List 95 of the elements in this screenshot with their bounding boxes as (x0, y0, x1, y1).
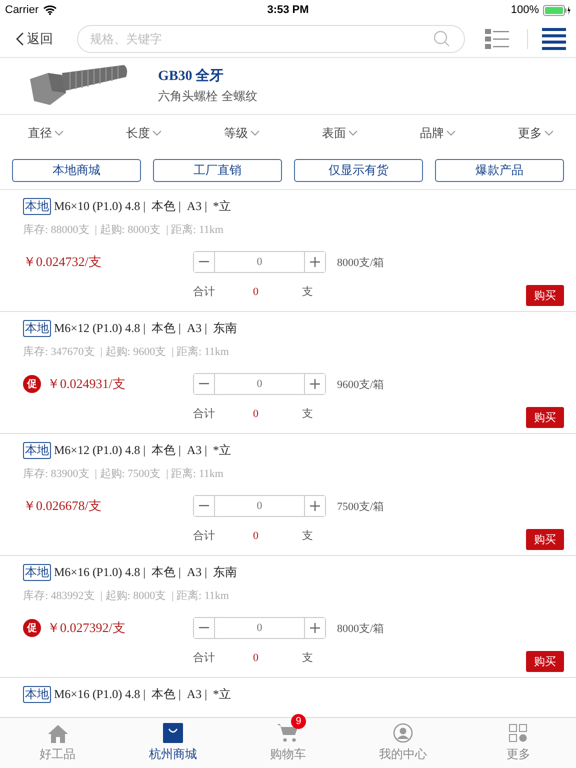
tab-bar-item[interactable]: 杭州商城 (115, 718, 230, 768)
item-spec: M6×12 (P1.0) 4.8 | 本色 | A3 | *立 (54, 442, 231, 458)
quantity-field[interactable]: 0 (214, 252, 305, 272)
pack-size: 8000支/箱 (337, 256, 384, 270)
minus-icon (199, 627, 209, 629)
unit-label: 支 (302, 651, 314, 665)
unit-price: ￥0.027392/支 (47, 619, 126, 637)
unit-price: ￥0.024931/支 (47, 375, 126, 393)
tab-bar-item[interactable]: 好工品 (0, 718, 116, 768)
buy-button[interactable]: 购买 (526, 529, 564, 550)
menu-icon[interactable] (542, 28, 566, 50)
total-count: 0 (253, 530, 260, 542)
total-count: 0 (253, 408, 260, 420)
stock-info: 库存: 483992支 | 起购: 8000支 | 距离: 11km (23, 588, 230, 603)
filter-dropdown[interactable]: 等级 (224, 124, 260, 142)
minus-icon (199, 383, 209, 385)
filter-dropdown[interactable]: 直径 (28, 124, 64, 142)
unit-price: ￥0.026678/支 (23, 497, 102, 515)
total-label: 合计 (193, 651, 216, 665)
user-icon (393, 723, 414, 743)
cart-count-badge: 9 (291, 714, 306, 729)
item-spec: M6×16 (P1.0) 4.8 | 本色 | A3 | 东南 (54, 564, 237, 580)
quantity-stepper[interactable]: 0 (193, 373, 326, 395)
filter-dropdown[interactable]: 品牌 (420, 124, 456, 142)
filter-dropdown[interactable]: 更多 (518, 124, 554, 142)
local-tag: 本地 (23, 198, 51, 214)
item-spec: M6×12 (P1.0) 4.8 | 本色 | A3 | 东南 (54, 320, 237, 336)
filter-button[interactable]: 本地商城 (12, 158, 141, 182)
item-spec: M6×16 (P1.0) 4.8 | 本色 | A3 | *立 (54, 686, 231, 702)
stock-info: 库存: 83900支 | 起购: 7500支 | 距离: 11km (23, 466, 224, 481)
carrier-label: Carrier (5, 4, 39, 16)
plus-icon (310, 623, 320, 633)
battery-icon (543, 4, 571, 16)
plus-icon (310, 379, 320, 389)
quantity-stepper[interactable]: 0 (193, 617, 326, 639)
filter-button[interactable]: 工厂直销 (153, 158, 282, 182)
buy-button[interactable]: 购买 (526, 285, 564, 306)
cart-icon (277, 723, 299, 743)
unit-label: 支 (302, 285, 314, 299)
shopping-bag-icon (162, 723, 183, 743)
stock-info: 库存: 347670支 | 起购: 9600支 | 距离: 11km (23, 344, 230, 359)
plus-icon (310, 257, 320, 267)
back-button[interactable]: 返回 (16, 30, 53, 48)
unit-price: ￥0.024732/支 (23, 253, 102, 271)
grid-icon (509, 724, 528, 742)
tab-bar-item[interactable]: 我的中心 (346, 718, 461, 768)
product-subtitle: 六角头螺栓 全螺纹 (158, 88, 258, 105)
tab-bar-item[interactable]: 更多 (460, 718, 576, 768)
total-label: 合计 (193, 529, 216, 543)
local-tag: 本地 (23, 564, 51, 580)
product-title: GB30 全牙 (158, 67, 225, 85)
total-count: 0 (253, 286, 260, 298)
local-tag: 本地 (23, 442, 51, 458)
chevron-down-icon (54, 130, 64, 136)
unit-label: 支 (302, 529, 314, 543)
pack-size: 8000支/箱 (337, 622, 384, 636)
quantity-stepper[interactable]: 0 (193, 251, 326, 273)
minus-icon (199, 505, 209, 507)
buy-button[interactable]: 购买 (526, 407, 564, 428)
pack-size: 7500支/箱 (337, 500, 384, 514)
local-tag: 本地 (23, 320, 51, 336)
filter-button[interactable]: 爆款产品 (435, 158, 564, 182)
minus-icon (199, 261, 209, 263)
total-label: 合计 (193, 285, 216, 299)
unit-label: 支 (302, 407, 314, 421)
quantity-stepper[interactable]: 0 (193, 495, 326, 517)
battery-percent: 100% (510, 4, 539, 16)
chevron-left-icon (16, 32, 24, 46)
chevron-down-icon (250, 130, 260, 136)
chevron-down-icon (152, 130, 162, 136)
total-count: 0 (253, 652, 260, 664)
chevron-down-icon (446, 130, 456, 136)
buy-button[interactable]: 购买 (526, 651, 564, 672)
quantity-field[interactable]: 0 (214, 618, 305, 638)
local-tag: 本地 (23, 686, 51, 702)
chevron-down-icon (348, 130, 358, 136)
promo-badge: 促 (23, 619, 41, 637)
clock-time: 3:53 PM (267, 4, 309, 16)
wifi-icon (42, 5, 57, 15)
total-label: 合计 (193, 407, 216, 421)
home-icon (46, 724, 69, 742)
search-icon (433, 30, 451, 48)
plus-icon (310, 501, 320, 511)
pack-size: 9600支/箱 (337, 378, 384, 392)
stock-info: 库存: 88000支 | 起购: 8000支 | 距离: 11km (23, 222, 224, 237)
promo-badge: 促 (23, 375, 41, 393)
quantity-field[interactable]: 0 (214, 496, 305, 516)
filter-button[interactable]: 仅显示有货 (294, 158, 423, 182)
item-spec: M6×10 (P1.0) 4.8 | 本色 | A3 | *立 (54, 198, 231, 214)
list-view-icon[interactable] (485, 28, 509, 50)
chevron-down-icon (544, 130, 554, 136)
filter-dropdown[interactable]: 长度 (126, 124, 162, 142)
quantity-field[interactable]: 0 (214, 374, 305, 394)
filter-dropdown[interactable]: 表面 (322, 124, 358, 142)
search-field[interactable]: 规格、关键字 (77, 24, 465, 52)
